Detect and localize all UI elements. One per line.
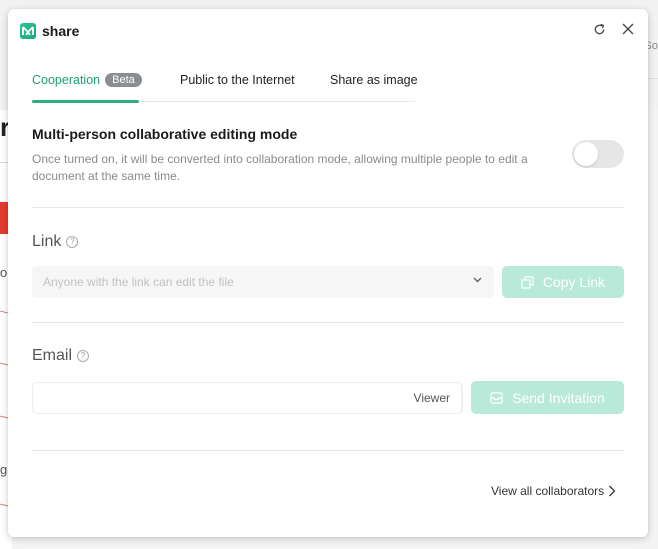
collab-mode-toggle[interactable] (572, 140, 624, 168)
tab-label: Cooperation (32, 73, 101, 87)
close-icon (622, 23, 634, 35)
copy-link-button[interactable]: Copy Link (502, 266, 624, 298)
copy-link-label: Copy Link (542, 274, 606, 290)
view-all-label: View all collaborators (491, 484, 605, 498)
role-select-value: Viewer (413, 391, 450, 405)
section-divider (32, 207, 624, 208)
link-section-label: Link ? (32, 233, 79, 251)
email-section-label: Email ? (32, 347, 90, 365)
share-tabs: Cooperation Beta Public to the Internet S… (32, 69, 418, 103)
link-permission-select[interactable]: Anyone with the link can edit the file (32, 266, 494, 298)
question-circle-icon[interactable]: ? (77, 350, 90, 362)
share-dialog: share Cooperation Beta Public to the Inte… (8, 9, 648, 537)
background-text-fragment: o (0, 265, 8, 280)
dialog-title: share (42, 23, 80, 39)
tab-public-internet[interactable]: Public to the Internet (180, 73, 295, 87)
tab-share-image[interactable]: Share as image (330, 73, 418, 87)
collab-mode-description: Once turned on, it will be converted int… (32, 152, 528, 183)
background-text-fragment: g (0, 462, 8, 477)
close-button[interactable] (620, 21, 636, 37)
refresh-icon (594, 23, 604, 34)
view-all-collaborators-link[interactable]: View all collaborators (491, 484, 616, 498)
chevron-right-icon (609, 485, 616, 497)
mail-icon (490, 391, 503, 404)
chevron-down-icon (473, 277, 482, 283)
send-invitation-label: Send Invitation (512, 389, 605, 406)
copy-icon (521, 275, 534, 289)
tab-label: Public to the Internet (180, 73, 295, 87)
tab-label: Share as image (330, 73, 418, 87)
mindmap-logo-icon (20, 23, 36, 39)
link-label: Link (32, 233, 62, 250)
send-invitation-button[interactable]: Send Invitation (471, 381, 624, 414)
section-divider (32, 322, 624, 323)
email-input[interactable] (41, 389, 401, 409)
collab-mode-title: Multi-person collaborative editing mode (32, 126, 298, 142)
beta-badge: Beta (105, 73, 142, 87)
active-tab-indicator (32, 100, 139, 103)
refresh-button[interactable] (591, 21, 607, 37)
question-circle-icon[interactable]: ? (66, 236, 79, 248)
tab-cooperation[interactable]: Cooperation Beta (32, 73, 142, 87)
dialog-header: share (20, 21, 79, 41)
section-divider (32, 450, 624, 451)
toggle-knob (574, 142, 598, 166)
email-label: Email (32, 347, 73, 364)
link-permission-value: Anyone with the link can edit the file (43, 275, 234, 289)
role-select[interactable]: Viewer (404, 383, 462, 413)
background-divider (648, 78, 658, 79)
email-field-group: Viewer (32, 382, 463, 414)
